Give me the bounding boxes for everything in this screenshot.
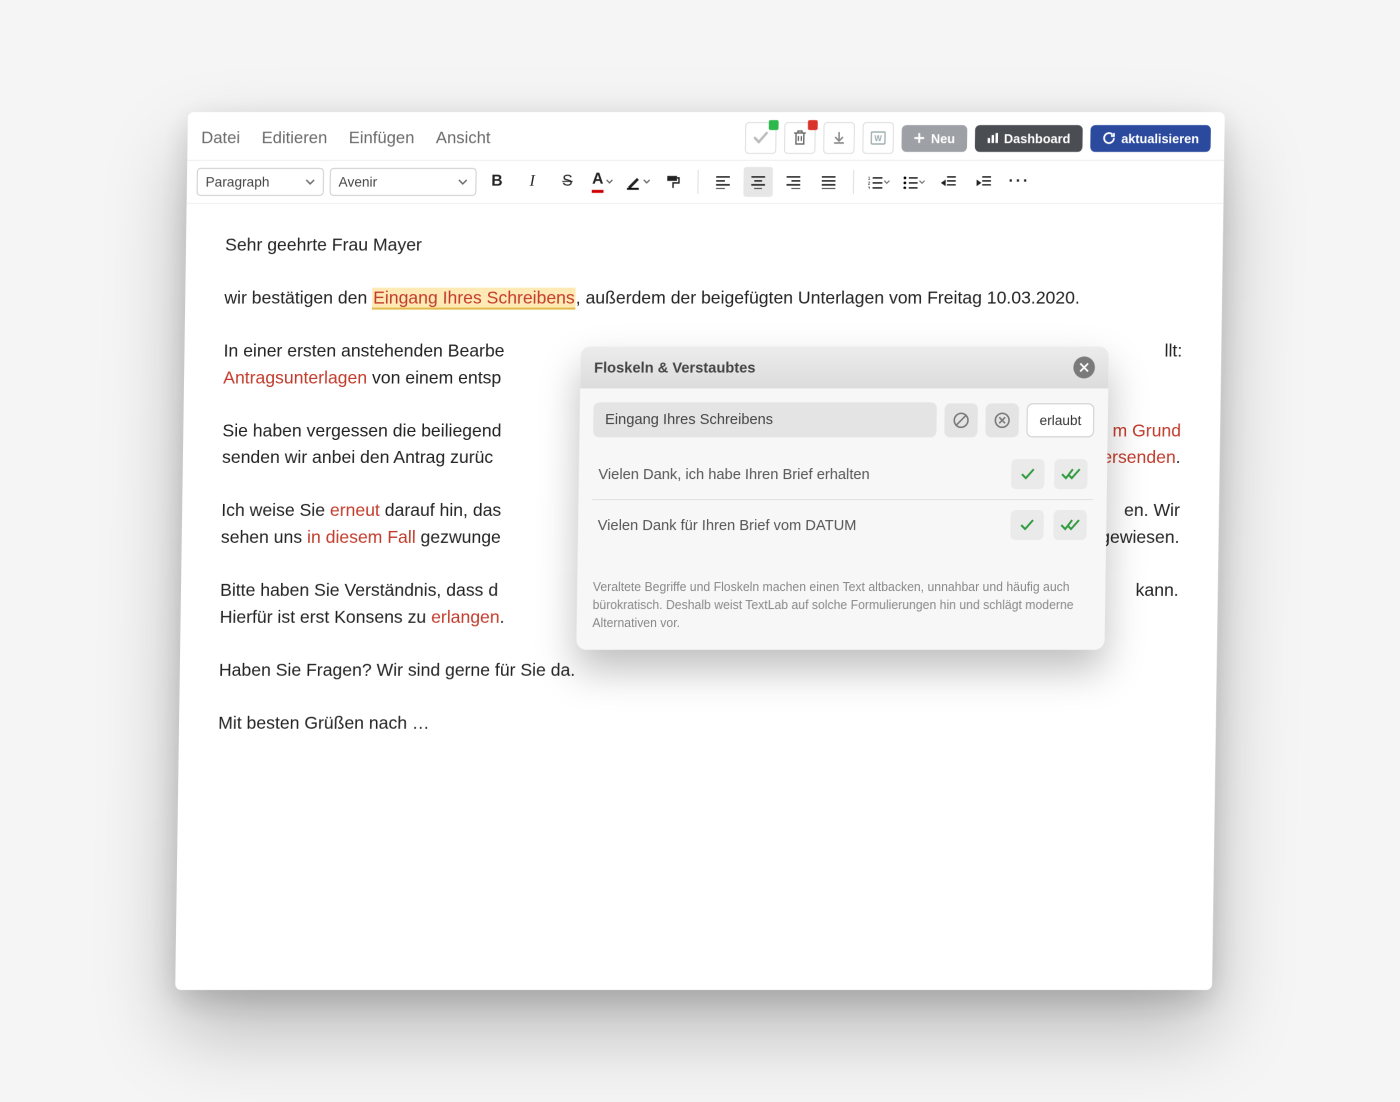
accept-button[interactable] [745, 122, 777, 154]
outdent-button[interactable] [934, 167, 964, 197]
check-icon [1020, 467, 1036, 481]
delete-button[interactable] [784, 122, 816, 154]
suggestion-text: Vielen Dank, ich habe Ihren Brief erhalt… [598, 466, 1001, 483]
svg-text:3: 3 [867, 186, 870, 189]
highlighted-phrase[interactable]: Eingang Ihres Schreibens [372, 288, 576, 310]
align-center-button[interactable] [743, 167, 773, 197]
chevron-down-icon [605, 178, 613, 186]
double-check-icon [1061, 467, 1081, 481]
popup-footer-text: Veraltete Begriffe und Floskeln machen e… [576, 564, 1105, 650]
menu-view[interactable]: Ansicht [436, 128, 491, 148]
menu-edit[interactable]: Editieren [261, 128, 327, 148]
suggestion-row: Vielen Dank für Ihren Brief vom DATUM [591, 500, 1093, 550]
format-painter-button[interactable] [658, 167, 688, 197]
refresh-icon [1102, 131, 1116, 145]
unordered-list-button[interactable] [899, 167, 929, 197]
apply-all-button[interactable] [1053, 510, 1087, 540]
refresh-button-label: aktualisieren [1121, 131, 1199, 146]
doc-greeting: Sehr geehrte Frau Mayer [225, 232, 1184, 259]
text-color-button[interactable]: A [588, 167, 618, 197]
check-icon [753, 130, 769, 146]
flagged-word[interactable]: Antragsunterlagen [223, 367, 367, 387]
ordered-list-button[interactable]: 123 [864, 167, 894, 197]
apply-all-button[interactable] [1054, 459, 1088, 489]
minus-badge-icon [808, 120, 818, 130]
more-options-button[interactable]: ··· [1004, 167, 1034, 197]
flagged-word[interactable]: in diesem Fall [307, 527, 416, 547]
circle-x-icon [993, 411, 1011, 429]
dashboard-button-label: Dashboard [1004, 131, 1071, 146]
highlighter-icon [625, 174, 641, 190]
apply-once-button[interactable] [1010, 510, 1044, 540]
apply-once-button[interactable] [1011, 459, 1045, 489]
align-left-icon [715, 175, 731, 189]
align-right-icon [785, 175, 801, 189]
ban-icon [952, 411, 970, 429]
word-export-button[interactable]: W [862, 122, 894, 154]
chevron-down-icon [643, 178, 651, 186]
popup-title: Floskeln & Verstaubtes [594, 359, 756, 376]
check-icon [1019, 518, 1035, 532]
plus-icon [913, 132, 925, 144]
suggestion-text: Vielen Dank für Ihren Brief vom DATUM [598, 517, 1001, 534]
indent-button[interactable] [969, 167, 999, 197]
original-phrase: Eingang Ihres Schreibens [593, 402, 937, 437]
align-center-icon [750, 175, 766, 189]
align-left-button[interactable] [708, 167, 738, 197]
bars-icon [986, 132, 998, 144]
double-check-icon [1060, 518, 1080, 532]
chevron-down-icon [458, 177, 468, 187]
paint-roller-icon [665, 174, 681, 190]
plus-badge-icon [769, 120, 779, 130]
doc-closing: Mit besten Grüßen nach … [218, 710, 1177, 737]
reject-button[interactable] [986, 403, 1020, 437]
doc-paragraph: Haben Sie Fragen? Wir sind gerne für Sie… [219, 657, 1178, 684]
doc-paragraph: wir bestätigen den Eingang Ihres Schreib… [224, 285, 1183, 312]
download-button[interactable] [823, 122, 855, 154]
close-button[interactable] [1073, 356, 1095, 378]
download-icon [832, 131, 846, 145]
allow-button[interactable]: erlaubt [1027, 403, 1095, 437]
align-right-button[interactable] [779, 167, 809, 197]
new-button-label: Neu [931, 131, 955, 146]
align-justify-icon [821, 175, 837, 189]
indent-icon [976, 175, 992, 189]
menu-insert[interactable]: Einfügen [349, 128, 415, 148]
dashboard-button[interactable]: Dashboard [974, 125, 1082, 152]
highlight-color-button[interactable] [623, 167, 653, 197]
suggestion-row: Vielen Dank, ich habe Ihren Brief erhalt… [592, 449, 1094, 500]
outdent-icon [941, 175, 957, 189]
word-icon: W [870, 130, 886, 146]
ignore-button[interactable] [944, 403, 978, 437]
ordered-list-icon: 123 [867, 175, 883, 189]
close-icon [1079, 362, 1089, 372]
flagged-word[interactable]: erlangen [431, 607, 500, 627]
menu-file[interactable]: Datei [201, 128, 240, 148]
align-justify-button[interactable] [814, 167, 844, 197]
unordered-list-icon [902, 175, 918, 189]
suggestion-popup: Floskeln & Verstaubtes Eingang Ihres Sch… [576, 346, 1109, 650]
trash-icon [793, 130, 807, 146]
new-button[interactable]: Neu [901, 125, 966, 152]
